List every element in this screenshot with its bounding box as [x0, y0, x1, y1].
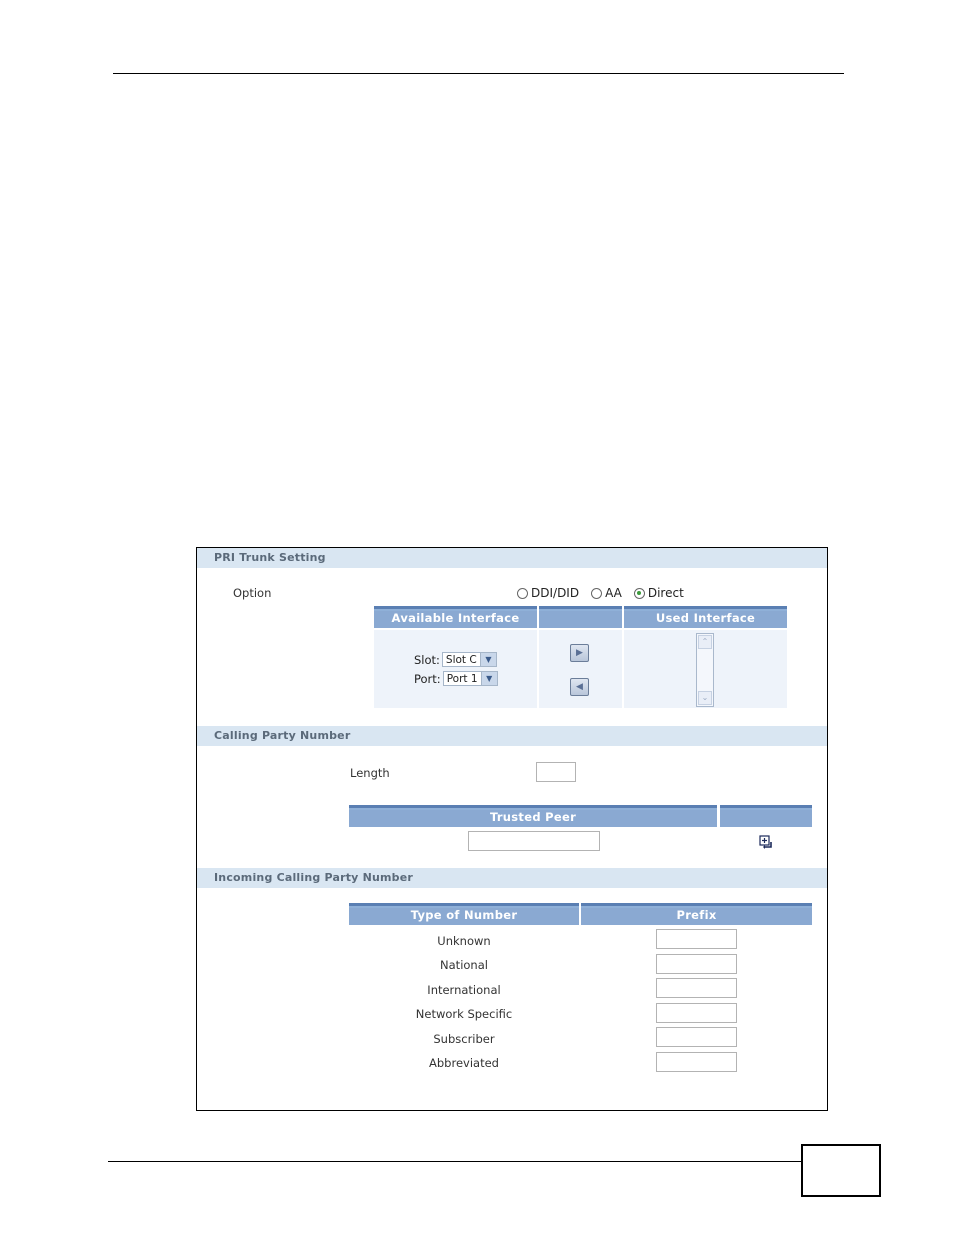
radio-icon[interactable] [517, 587, 528, 599]
slot-row: Slot: Slot C ▼ [414, 652, 497, 667]
header-trusted-peer-action [720, 805, 812, 827]
radio-direct[interactable]: Direct [633, 586, 684, 600]
arrow-left-icon: ◀ [576, 682, 583, 692]
slot-select[interactable]: Slot C ▼ [441, 652, 497, 667]
option-label: Option [233, 586, 272, 600]
header-trusted-peer: Trusted Peer [349, 805, 717, 827]
port-select[interactable]: Port 1 ▼ [442, 671, 498, 686]
port-label: Port: [414, 671, 441, 686]
port-row: Port: Port 1 ▼ [414, 671, 498, 686]
header-move-column [539, 606, 622, 628]
radio-ddi-did[interactable]: DDI/DID [517, 586, 579, 600]
header-rule [113, 73, 844, 74]
trusted-peer-input[interactable] [468, 831, 600, 851]
length-label: Length [350, 766, 390, 780]
page-number-box [801, 1144, 881, 1197]
available-interface-cell [374, 630, 537, 708]
type-of-number-label: Subscriber [433, 1032, 495, 1046]
header-available-interface: Available Interface [374, 606, 537, 628]
pri-trunk-screen: PRI Trunk Setting Option DDI/DID AA Dire… [196, 547, 828, 1111]
used-interface-listbox[interactable]: ⌃ ⌄ [696, 633, 714, 707]
option-radio-group: DDI/DID AA Direct [517, 586, 696, 600]
prefix-input-unknown[interactable] [656, 929, 737, 949]
scroll-down-icon[interactable]: ⌄ [698, 691, 712, 705]
section-header-calling-party-number: Calling Party Number [197, 726, 827, 746]
prefix-input-abbreviated[interactable] [656, 1052, 737, 1072]
header-prefix: Prefix [581, 903, 812, 925]
radio-label: DDI/DID [531, 586, 580, 600]
type-of-number-label: International [427, 983, 501, 997]
section-title: Calling Party Number [214, 729, 351, 742]
type-of-number-label: Abbreviated [429, 1056, 499, 1070]
scroll-up-icon[interactable]: ⌃ [698, 635, 712, 649]
slot-select-value: Slot C [445, 653, 477, 666]
add-entry-icon[interactable] [759, 835, 773, 849]
footer-rule [108, 1161, 802, 1162]
add-interface-button[interactable]: ▶ [570, 644, 589, 662]
radio-label: AA [605, 586, 622, 600]
slot-label: Slot: [414, 652, 440, 667]
section-title: PRI Trunk Setting [214, 551, 326, 564]
radio-icon[interactable] [591, 587, 603, 599]
header-used-interface: Used Interface [624, 606, 787, 628]
remove-interface-button[interactable]: ◀ [570, 678, 589, 696]
section-header-pri-trunk-setting: PRI Trunk Setting [197, 548, 827, 568]
prefix-input-national[interactable] [656, 954, 737, 974]
radio-aa[interactable]: AA [591, 586, 622, 600]
move-buttons-cell [539, 630, 622, 708]
header-type-of-number: Type of Number [349, 903, 579, 925]
section-header-incoming-calling-party-number: Incoming Calling Party Number [197, 868, 827, 888]
type-of-number-label: Network Specific [415, 1007, 513, 1021]
arrow-right-icon: ▶ [576, 648, 583, 658]
prefix-input-international[interactable] [656, 978, 737, 998]
length-input[interactable] [536, 762, 576, 782]
section-title: Incoming Calling Party Number [214, 871, 414, 884]
prefix-input-subscriber[interactable] [656, 1027, 737, 1047]
port-select-value: Port 1 [446, 672, 478, 685]
radio-checked-icon[interactable] [633, 587, 645, 599]
type-of-number-label: Unknown [437, 934, 491, 948]
radio-label: Direct [647, 586, 684, 600]
prefix-input-network-specific[interactable] [656, 1003, 737, 1023]
chevron-down-icon[interactable]: ▼ [479, 653, 496, 666]
chevron-down-icon[interactable]: ▼ [480, 672, 497, 685]
type-of-number-label: National [440, 958, 488, 972]
